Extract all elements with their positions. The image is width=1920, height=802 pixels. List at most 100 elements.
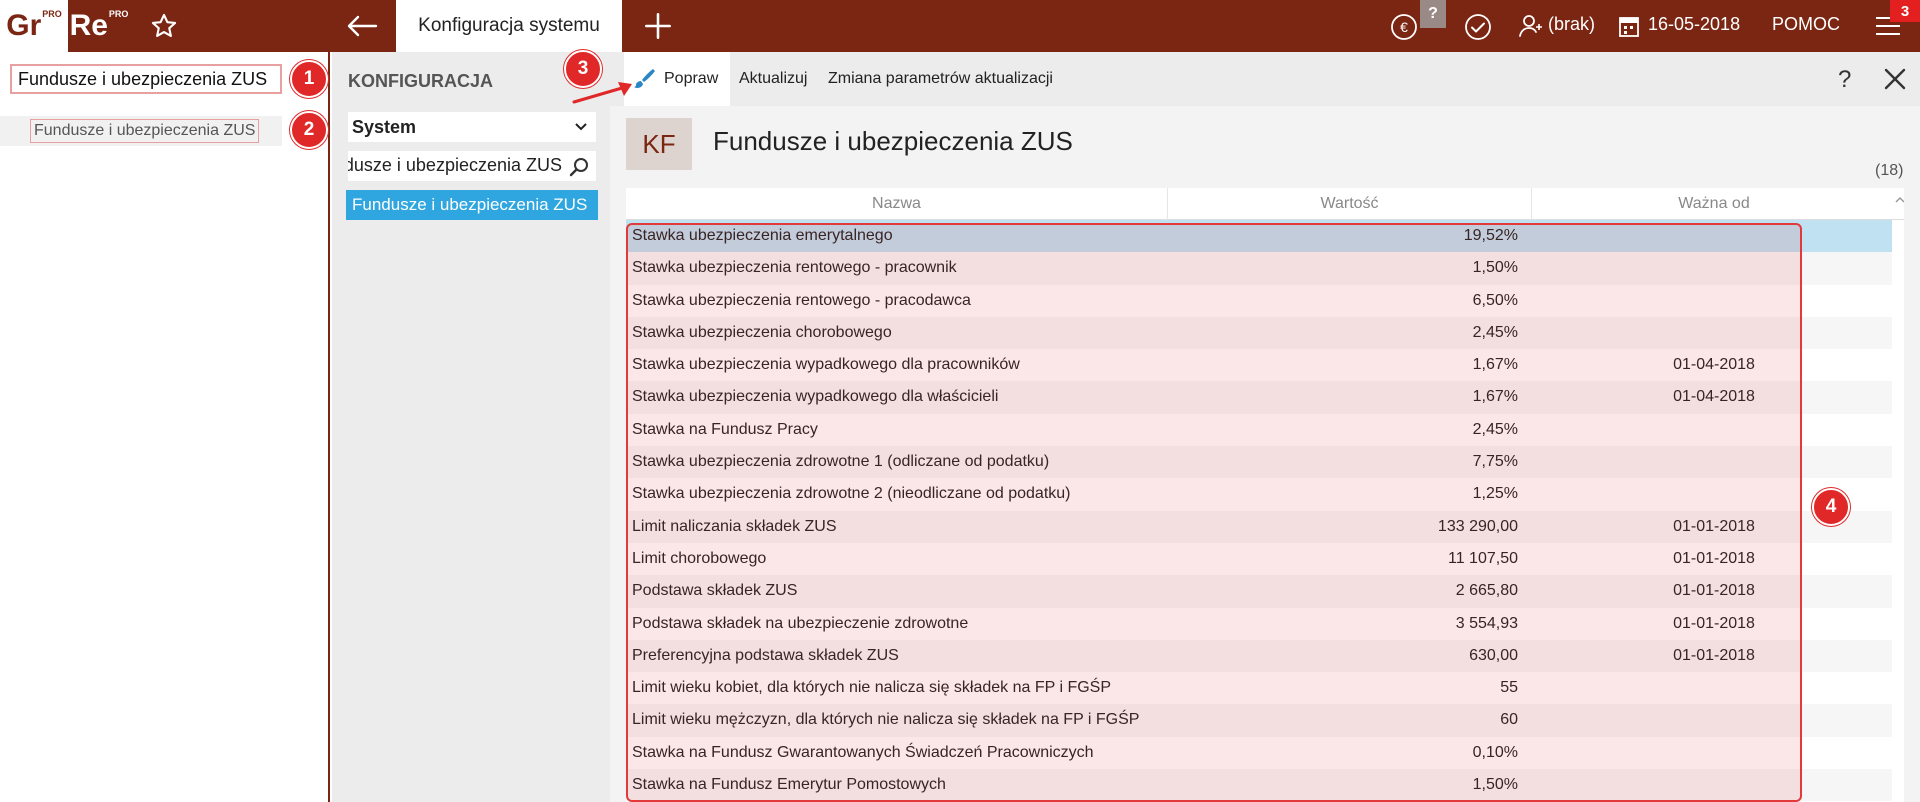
arrow-annotation (572, 82, 632, 104)
table-row[interactable]: Stawka na Fundusz Gwarantowanych Świadcz… (626, 736, 1892, 770)
cell-wartosc: 1,67% (1472, 388, 1518, 406)
system-select[interactable]: System (348, 112, 596, 142)
data-grid: Nazwa Wartość Ważna od Stawka ubezpiecze… (626, 188, 1904, 802)
cell-nazwa: Limit naliczania składek ZUS (632, 517, 837, 535)
config-search-input[interactable]: Fundusze i ubezpieczenia ZUS (348, 151, 596, 181)
grid-header: Nazwa Wartość Ważna od (626, 188, 1904, 220)
callout-2: 2 (290, 111, 328, 149)
cell-nazwa: Stawka ubezpieczenia wypadkowego dla wła… (632, 388, 999, 406)
search-result-item[interactable]: Fundusze i ubezpieczenia ZUS (0, 116, 282, 146)
cell-nazwa: Stawka ubezpieczenia rentowego - pracown… (632, 259, 957, 277)
cell-wartosc: 3 554,93 (1455, 614, 1518, 632)
popraw-label: Popraw (664, 70, 719, 87)
table-row[interactable]: Stawka ubezpieczenia zdrowotne 2 (nieodl… (626, 478, 1892, 511)
notification-badge[interactable]: 3 (1890, 0, 1920, 22)
cell-wartosc: 630,00 (1469, 646, 1518, 664)
cell-nazwa: Stawka ubezpieczenia zdrowotne 2 (nieodl… (632, 485, 1071, 503)
cell-wartosc: 11 107,50 (1448, 549, 1518, 567)
help-badge[interactable]: ? (1420, 0, 1446, 28)
app-logo-re[interactable]: Re PRO (68, 0, 130, 52)
table-row[interactable]: Limit chorobowego 11 107,50 01-01-2018 (626, 542, 1892, 576)
zmiana-parametrow-button[interactable]: Zmiana parametrów aktualizacji (828, 52, 1053, 106)
help-icon[interactable]: ? (1838, 66, 1851, 94)
cell-wartosc: 1,50% (1472, 776, 1518, 794)
cell-wartosc: 1,25% (1472, 485, 1518, 503)
cell-nazwa: Stawka ubezpieczenia rentowego - pracoda… (632, 291, 971, 309)
check-icon[interactable] (1463, 12, 1493, 42)
page-title: Fundusze i ubezpieczenia ZUS (713, 126, 1073, 156)
config-title: KONFIGURACJA (348, 71, 494, 91)
scroll-up-icon[interactable] (1894, 194, 1904, 206)
current-date[interactable]: 16-05-2018 (1648, 14, 1740, 35)
cell-wartosc: 6,50% (1472, 291, 1518, 309)
close-icon[interactable] (1884, 68, 1906, 90)
toolbar: Popraw Aktualizuj Zmiana parametrów aktu… (610, 52, 1920, 106)
calendar-icon[interactable] (1619, 15, 1639, 37)
logo-gr-text: Gr (6, 9, 42, 42)
table-row[interactable]: Stawka ubezpieczenia emerytalnego 19,52% (626, 220, 1892, 253)
current-user[interactable]: (brak) (1548, 14, 1595, 35)
cell-nazwa: Stawka na Fundusz Emerytur Pomostowych (632, 776, 946, 794)
cell-wartosc: 7,75% (1472, 453, 1518, 471)
help-link[interactable]: POMOC (1772, 14, 1840, 35)
table-row[interactable]: Stawka ubezpieczenia rentowego - pracoda… (626, 284, 1892, 317)
search-result-label: Fundusze i ubezpieczenia ZUS (30, 119, 260, 143)
table-row[interactable]: Podstawa składek ZUS 2 665,80 01-01-2018 (626, 575, 1892, 608)
logo-gr-sup: PRO (42, 9, 62, 19)
aktualizuj-button[interactable]: Aktualizuj (739, 52, 807, 106)
cell-wartosc: 55 (1500, 679, 1518, 697)
chevron-down-icon (575, 123, 587, 131)
tab-konfiguracja-systemu[interactable]: Konfiguracja systemu (396, 0, 622, 52)
search-panel: Fundusze i ubezpieczenia ZUS 1 Fundusze … (0, 52, 330, 802)
table-row[interactable]: Stawka ubezpieczenia zdrowotne 1 (odlicz… (626, 446, 1892, 479)
cell-nazwa: Limit wieku kobiet, dla których nie nali… (632, 679, 1112, 697)
config-search-value: Fundusze i ubezpieczenia ZUS (348, 155, 562, 175)
cell-wazna-od: 01-01-2018 (1673, 646, 1755, 664)
cell-nazwa: Stawka ubezpieczenia emerytalnego (632, 227, 893, 244)
table-row[interactable]: Limit wieku kobiet, dla których nie nali… (626, 672, 1892, 705)
logo-re-text: Re (69, 9, 108, 42)
plus-icon[interactable] (644, 12, 672, 40)
table-row[interactable]: Stawka ubezpieczenia rentowego - pracown… (626, 252, 1892, 285)
table-row[interactable]: Stawka ubezpieczenia chorobowego 2,45% (626, 316, 1892, 350)
callout-4: 4 (1812, 488, 1850, 526)
global-search-input[interactable]: Fundusze i ubezpieczenia ZUS (10, 64, 282, 94)
column-header-wazna-od[interactable]: Ważna od (1532, 188, 1896, 220)
cell-wazna-od: 01-01-2018 (1673, 549, 1755, 567)
top-bar: Gr PRO Re PRO Konfiguracja systemu € ? (br… (0, 0, 1920, 52)
cell-wartosc: 2 665,80 (1455, 582, 1518, 600)
kf-badge: KF (626, 118, 692, 170)
table-row[interactable]: Podstawa składek na ubezpieczenie zdrowo… (626, 607, 1892, 640)
table-row[interactable]: Stawka na Fundusz Pracy 2,45% (626, 413, 1892, 447)
app-logo-gr[interactable]: Gr PRO (0, 0, 68, 52)
cell-nazwa: Stawka na Fundusz Gwarantowanych Świadcz… (632, 743, 1094, 761)
star-icon[interactable] (150, 12, 178, 40)
cell-nazwa: Limit chorobowego (632, 549, 767, 567)
config-item-fundusze[interactable]: Fundusze i ubezpieczenia ZUS (346, 190, 598, 220)
cell-nazwa: Podstawa składek na ubezpieczenie zdrowo… (632, 614, 969, 632)
table-row[interactable]: Stawka ubezpieczenia wypadkowego dla wła… (626, 381, 1892, 414)
table-row[interactable]: Preferencyjna podstawa składek ZUS 630,00… (626, 639, 1892, 673)
svg-text:€: € (1400, 19, 1408, 35)
cell-nazwa: Stawka ubezpieczenia wypadkowego dla pra… (632, 356, 1020, 374)
user-icon[interactable] (1518, 13, 1544, 39)
column-header-wartosc[interactable]: Wartość (1168, 188, 1532, 220)
cell-wartosc: 1,67% (1472, 356, 1518, 374)
euro-icon[interactable]: € (1389, 12, 1419, 42)
config-nav-panel: KONFIGURACJA System Fundusze i ubezpiecz… (332, 52, 610, 802)
table-row[interactable]: Limit naliczania składek ZUS 133 290,00 01… (626, 510, 1892, 543)
cell-nazwa: Podstawa składek ZUS (632, 582, 798, 600)
system-select-value: System (352, 116, 417, 137)
cell-wazna-od: 01-01-2018 (1673, 614, 1755, 632)
column-header-nazwa[interactable]: Nazwa (626, 188, 1168, 220)
table-row[interactable]: Limit wieku mężczyzn, dla których nie na… (626, 704, 1892, 737)
cell-wartosc: 2,45% (1472, 323, 1518, 341)
cell-wazna-od: 01-04-2018 (1673, 356, 1755, 374)
table-row[interactable]: Stawka ubezpieczenia wypadkowego dla pra… (626, 349, 1892, 382)
search-icon[interactable] (568, 156, 590, 178)
record-count: (18) (1875, 162, 1904, 179)
table-row[interactable]: Stawka na Fundusz Emerytur Pomostowych 1,… (626, 769, 1892, 802)
cell-wazna-od: 01-01-2018 (1673, 582, 1755, 600)
back-icon[interactable] (346, 14, 378, 38)
grid-rows: Stawka ubezpieczenia emerytalnego 19,52% S… (626, 220, 1892, 802)
